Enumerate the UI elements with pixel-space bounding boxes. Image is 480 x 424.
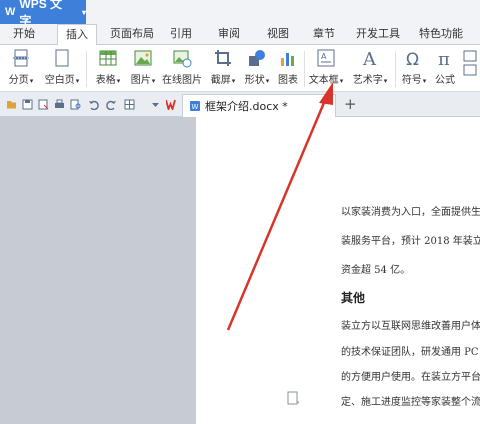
picture-icon [134,50,152,66]
tab-start[interactable]: 开始 [8,24,40,45]
symbol-button[interactable]: Ω 符号▾ [399,48,429,90]
chevron-down-icon: ▾ [265,77,270,85]
screenshot-icon [215,50,231,66]
wordart-icon: A [362,49,377,68]
tab-special-features[interactable]: 特色功能 [412,24,470,45]
tab-section[interactable]: 章节 [308,24,340,45]
quick-access-bar: W 框架介绍.docx * + [0,92,480,117]
textbox-button[interactable]: A 文本框▾ [307,48,345,90]
page-break-button[interactable]: 分页▾ [4,48,38,90]
online-picture-icon [173,50,192,68]
chevron-down-icon: ▾ [383,77,388,85]
chevron-down-icon: ▾ [231,77,236,85]
equation-label: 公式 [435,75,455,86]
paragraph-line: 的方便用户使用。在装立方平台可 [341,372,480,383]
chart-icon [281,53,294,66]
pi-icon: π [438,49,450,68]
undo-icon[interactable] [88,99,99,110]
print-icon[interactable] [54,99,65,110]
blank-page-label: 空白页 [44,75,75,86]
separator [86,51,87,87]
screenshot-label: 截屏 [210,75,231,86]
wordart-label: 艺术字 [352,75,383,86]
save-icon[interactable] [22,99,33,110]
wordart-button[interactable]: A 艺术字▾ [349,48,391,90]
textbox-label: 文本框 [308,75,339,86]
chevron-down-icon: ▾ [116,77,121,85]
print-preview-icon[interactable] [70,99,81,110]
svg-text:A: A [321,52,327,61]
table-button[interactable]: 表格▾ [92,48,124,90]
shapes-label: 形状 [244,75,265,86]
chevron-down-icon: ▾ [29,77,34,85]
wps-home-logo-icon[interactable] [166,99,179,110]
blank-page-button[interactable]: 空白页▾ [42,48,82,90]
omega-icon: Ω [406,50,419,68]
paragraph-line: 装立方以互联网思维改善用户体验 [341,321,480,332]
svg-text:Ω: Ω [406,50,419,68]
equation-button[interactable]: π 公式 [431,48,459,90]
folder-icon[interactable] [6,99,17,110]
blank-page-icon [55,49,69,67]
online-picture-label: 在线图片 [162,75,202,86]
ribbon-tabs: 开始 插入 页面布局 引用 审阅 视图 章节 开发工具 特色功能 [0,24,480,46]
section-heading: 其他 [341,291,366,305]
textbox-icon: A [317,49,335,67]
chevron-down-icon: ▾ [75,77,80,85]
tab-insert[interactable]: 插入 [57,24,97,46]
tab-references[interactable]: 引用 [165,24,197,45]
export-pdf-icon[interactable] [38,99,49,110]
tab-page-layout[interactable]: 页面布局 [103,24,161,45]
picture-label: 图片 [130,75,151,86]
document-page[interactable]: 以家装消费为入口，全面提供生活 装服务平台，预计 2018 年装立方 资金超 5… [196,117,480,424]
redo-icon[interactable] [106,99,117,110]
format-painter-icon[interactable] [124,99,135,110]
table-label: 表格 [95,75,116,86]
paste-options-icon[interactable] [287,391,300,406]
paragraph-line: 资金超 54 亿。 [341,265,411,276]
chevron-down-icon: ▾ [339,77,344,85]
document-filename: 框架介绍.docx * [205,100,288,113]
paragraph-line: 装服务平台，预计 2018 年装立方 [341,236,480,247]
wps-logo-icon: W [5,6,16,18]
picture-button[interactable]: 图片▾ [127,48,159,90]
symbol-label: 符号 [401,75,422,86]
tab-developer[interactable]: 开发工具 [350,24,406,45]
svg-text:π: π [438,49,450,68]
paragraph-line: 以家装消费为入口，全面提供生活 [341,207,480,218]
paragraph-line: 的技术保证团队，研发通用 PC 端 [341,347,480,358]
chart-button[interactable]: 图表 [274,48,302,90]
table-icon [99,50,117,66]
customize-icon[interactable] [150,99,161,110]
tab-view[interactable]: 视图 [262,24,294,45]
paragraph-line: 定、施工进度监控等家装整个流程 [341,397,480,408]
screenshot-button[interactable]: 截屏▾ [207,48,239,90]
online-picture-button[interactable]: 在线图片 [162,48,202,90]
chevron-down-icon: ▾ [81,7,86,17]
document-icon: W [190,101,200,111]
more-tools-icon[interactable] [462,49,478,85]
shapes-icon [249,50,265,66]
page-break-label: 分页 [8,75,29,86]
svg-text:W: W [192,103,199,111]
ribbon-toolbar: 分页▾ 空白页▾ 表格▾ 图片▾ 在线图片 截屏▾ 形状▾ 图表 A 文本框▾ … [0,45,480,92]
document-tab[interactable]: W 框架介绍.docx * [182,94,336,117]
title-bar: W WPS 文字 ▾ [0,0,480,28]
chevron-down-icon: ▾ [151,77,156,85]
svg-text:A: A [362,49,377,68]
separator [304,51,305,87]
shapes-button[interactable]: 形状▾ [242,48,272,90]
page-break-icon [13,49,29,67]
separator [395,51,396,87]
chevron-down-icon: ▾ [422,77,427,85]
add-tab-icon[interactable]: + [344,95,357,113]
chart-label: 图表 [278,75,298,86]
tab-review[interactable]: 审阅 [213,24,245,45]
app-menu-button[interactable]: W WPS 文字 ▾ [0,0,86,28]
